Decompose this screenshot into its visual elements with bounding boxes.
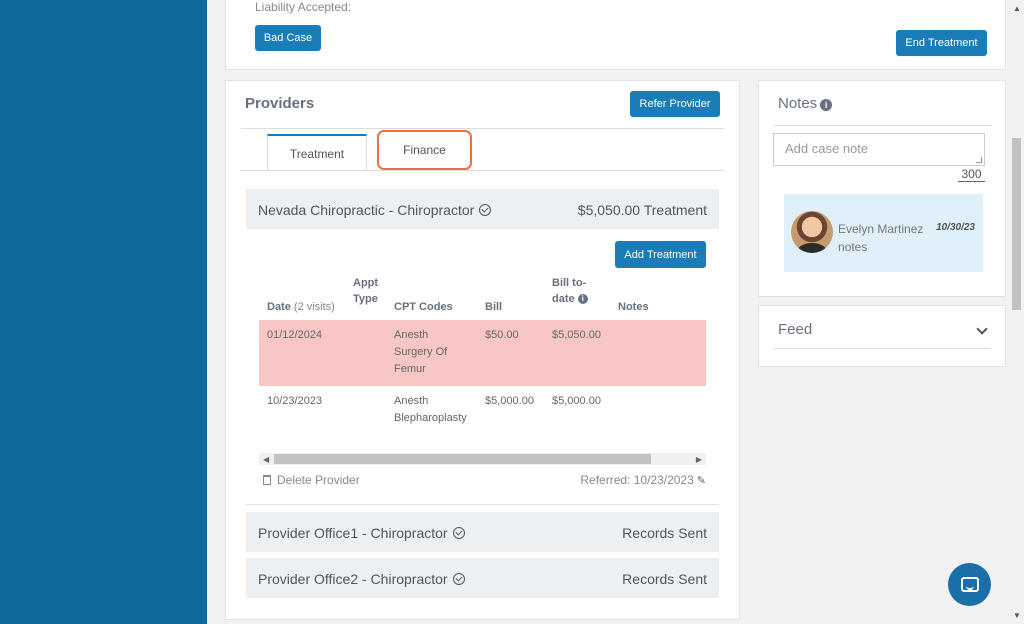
pencil-icon[interactable]: ✎ — [697, 474, 706, 487]
header-appt-type: Appt Type — [353, 275, 378, 307]
cell-date: 01/12/2024 — [267, 329, 323, 341]
header-bill-to-date-line1: Bill to- — [552, 277, 587, 289]
header-bill-to-date: Bill to- date i — [552, 275, 588, 307]
notes-title-text: Notes — [778, 95, 818, 112]
note-author: Evelyn Martinez — [838, 222, 924, 236]
resize-handle-icon[interactable] — [976, 157, 982, 163]
cpt-line: Femur — [394, 363, 426, 375]
cpt-line: Anesth — [394, 395, 429, 407]
cell-cpt-codes: Anesth Surgery Of Femur — [394, 327, 447, 378]
provider-name: Provider Office2 - Chiropractor — [258, 571, 465, 587]
tabs-bottom-divider — [241, 170, 724, 171]
refer-provider-button[interactable]: Refer Provider — [630, 91, 720, 117]
header-date-label: Date — [267, 301, 291, 313]
provider-name-text: Provider Office2 - Chiropractor — [258, 571, 448, 587]
provider-row-nevada[interactable]: Nevada Chiropractic - Chiropractor $5,05… — [246, 189, 719, 229]
header-bill: Bill — [485, 301, 503, 313]
tabs-top-divider — [241, 128, 724, 129]
case-note-input[interactable]: Add case note — [773, 133, 985, 166]
cell-cpt-codes: Anesth Blepharoplasty — [394, 393, 467, 427]
notes-divider — [774, 125, 991, 126]
scrollbar-thumb[interactable] — [1012, 138, 1021, 310]
bad-case-button[interactable]: Bad Case — [255, 25, 321, 51]
header-visits-count: (2 visits) — [293, 301, 335, 313]
add-treatment-button[interactable]: Add Treatment — [615, 241, 706, 268]
delete-provider-link[interactable]: Delete Provider — [263, 473, 360, 487]
provider-name: Provider Office1 - Chiropractor — [258, 525, 465, 541]
cpt-line: Surgery Of — [394, 346, 448, 358]
cell-bill-to-date: $5,000.00 — [552, 395, 601, 407]
scroll-left-icon[interactable]: ◀ — [263, 455, 269, 464]
tab-finance-label: Finance — [403, 143, 446, 157]
header-appt-type-line2: Type — [353, 293, 378, 305]
header-appt-type-line1: Appt — [353, 277, 379, 289]
check-circle-icon — [452, 573, 465, 585]
info-icon[interactable]: i — [820, 99, 833, 111]
cell-bill: $5,000.00 — [485, 395, 534, 407]
chevron-down-icon[interactable] — [976, 323, 988, 335]
check-circle-icon — [452, 527, 465, 539]
cell-date: 10/23/2023 — [267, 395, 323, 407]
header-cpt-codes: CPT Codes — [394, 301, 453, 313]
referred-date: Referred: 10/23/2023 ✎ — [580, 473, 706, 487]
header-bill-to-date-line2: date i — [552, 291, 588, 307]
scroll-up-icon[interactable]: ▲ — [1013, 4, 1021, 13]
end-treatment-button[interactable]: End Treatment — [896, 30, 987, 56]
provider-status: $5,050.00 Treatment — [577, 202, 707, 218]
note-text: notes — [838, 240, 868, 254]
char-count: 300 — [958, 167, 985, 182]
trash-icon — [263, 475, 271, 485]
scrollbar-thumb[interactable] — [274, 454, 651, 464]
referred-date-text: Referred: 10/23/2023 — [580, 473, 694, 487]
provider-name-text: Provider Office1 - Chiropractor — [258, 525, 448, 541]
cell-bill-to-date: $5,050.00 — [552, 329, 601, 341]
note-item[interactable]: Evelyn Martinez notes 10/30/23 — [784, 194, 983, 272]
provider-divider — [246, 504, 719, 505]
provider-row-office1[interactable]: Provider Office1 - Chiropractor Records … — [246, 512, 719, 552]
header-bill-to-date-text: date — [552, 293, 575, 305]
provider-name: Nevada Chiropractic - Chiropractor — [258, 202, 492, 218]
provider-row-office2[interactable]: Provider Office2 - Chiropractor Records … — [246, 558, 719, 598]
chat-launcher-button[interactable] — [948, 563, 991, 606]
liability-accepted-label: Liability Accepted: — [255, 0, 352, 14]
table-horizontal-scrollbar[interactable]: ◀ ▶ — [259, 453, 706, 465]
case-summary-card: Liability Accepted: Bad Case End Treatme… — [225, 0, 1006, 70]
feed-card[interactable]: Feed — [758, 305, 1006, 367]
notes-title: Notes i — [778, 95, 833, 112]
notes-card: Notes i Add case note 300 Evelyn Martinez… — [758, 80, 1006, 297]
tab-treatment[interactable]: Treatment — [267, 134, 367, 171]
header-date: Date (2 visits) — [267, 299, 335, 315]
tab-finance[interactable]: Finance — [377, 130, 472, 170]
providers-card: Providers Refer Provider Treatment Finan… — [225, 80, 740, 620]
provider-status: Records Sent — [622, 525, 707, 541]
scroll-right-icon[interactable]: ▶ — [696, 455, 702, 464]
chat-icon — [960, 577, 979, 592]
feed-title: Feed — [778, 321, 813, 338]
avatar — [791, 211, 833, 253]
page-vertical-scrollbar[interactable]: ▲ ▼ — [1009, 0, 1024, 624]
cell-bill: $50.00 — [485, 329, 519, 341]
tab-treatment-label: Treatment — [289, 146, 345, 161]
provider-name-text: Nevada Chiropractic - Chiropractor — [258, 202, 475, 218]
scroll-down-icon[interactable]: ▼ — [1013, 611, 1021, 620]
sidebar — [0, 0, 207, 624]
table-row[interactable]: 01/12/2024 Anesth Surgery Of Femur $50.0… — [259, 320, 706, 386]
providers-title: Providers — [245, 95, 315, 112]
check-circle-icon — [479, 204, 492, 216]
provider-status: Records Sent — [622, 571, 707, 587]
main-content: Liability Accepted: Bad Case End Treatme… — [207, 0, 1009, 624]
delete-provider-label: Delete Provider — [277, 473, 360, 487]
cpt-line: Blepharoplasty — [394, 412, 467, 424]
note-date: 10/30/23 — [936, 222, 975, 233]
cpt-line: Anesth — [394, 329, 429, 341]
table-row[interactable]: 10/23/2023 Anesth Blepharoplasty $5,000.… — [259, 386, 706, 436]
feed-divider — [774, 348, 991, 349]
info-icon[interactable]: i — [577, 294, 588, 305]
case-note-placeholder: Add case note — [785, 141, 869, 156]
header-notes: Notes — [618, 301, 649, 313]
